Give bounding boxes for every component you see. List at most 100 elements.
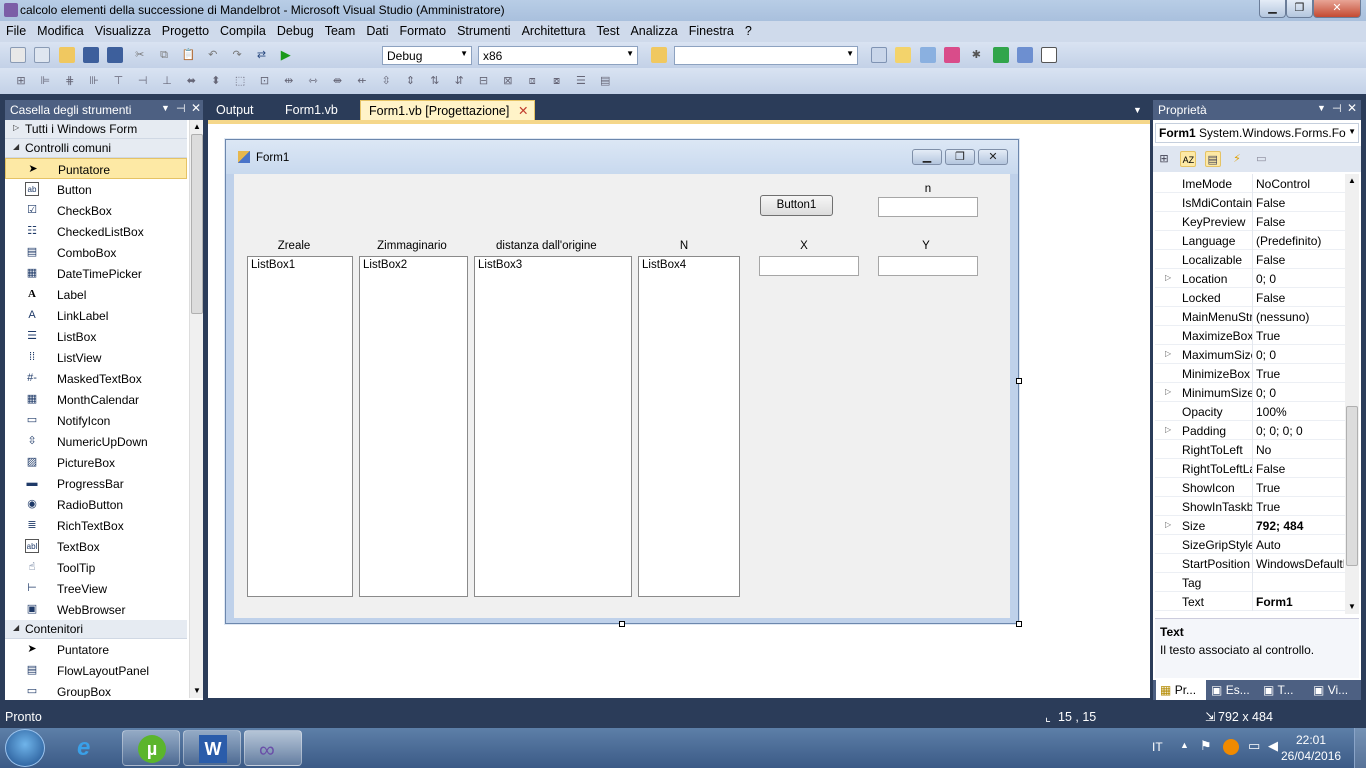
property-value[interactable]: False	[1256, 291, 1344, 305]
property-value[interactable]: 0; 0	[1256, 386, 1344, 400]
save-icon[interactable]	[83, 47, 100, 63]
property-value[interactable]: WindowsDefaultLocation	[1256, 557, 1344, 571]
property-value[interactable]: Auto	[1256, 538, 1344, 552]
toolbox-scrollbar[interactable]: ▲ ▼	[189, 120, 203, 698]
property-value[interactable]: (Predefinito)	[1256, 234, 1344, 248]
toolbox-item-combobox[interactable]: ▤ ComboBox	[5, 242, 187, 263]
pin-icon[interactable]: ⊣	[1332, 102, 1342, 115]
category-containers[interactable]: ◢ Contenitori	[5, 620, 187, 639]
textbox-n[interactable]	[878, 197, 978, 217]
designed-form[interactable]: Form1 ▁ ❐ ✕ n Button1 Zreale Zimmaginari…	[225, 139, 1019, 624]
taskbar-utorrent[interactable]: µ	[122, 730, 180, 766]
property-value[interactable]: False	[1256, 462, 1344, 476]
clock-time[interactable]: 22:01	[1296, 733, 1326, 747]
tab-form1-design[interactable]: Form1.vb [Progettazione] ✕	[360, 100, 535, 120]
toolbox-item-numericupdown[interactable]: ⇳ NumericUpDown	[5, 431, 187, 452]
listbox4[interactable]: ListBox4	[638, 256, 740, 597]
undo-icon[interactable]: ↶	[205, 47, 221, 63]
categorized-icon[interactable]: ⊞	[1156, 151, 1172, 167]
property-value[interactable]: 100%	[1256, 405, 1344, 419]
toolbox-item-label[interactable]: A Label	[5, 284, 187, 305]
toolbox-item-puntatore[interactable]: ➤ Puntatore	[5, 158, 187, 179]
menu-analizza[interactable]: Analizza	[624, 21, 682, 38]
close-button[interactable]: ✕	[1313, 0, 1361, 18]
h-spacing-equal-icon[interactable]: ⇹	[281, 73, 297, 89]
properties-scrollbar[interactable]: ▲ ▼	[1345, 174, 1359, 614]
scroll-up-icon[interactable]: ▲	[193, 122, 201, 131]
property-value[interactable]: 0; 0	[1256, 348, 1344, 362]
property-row-location[interactable]: ▷ Location 0; 0	[1155, 269, 1345, 288]
lock-controls-icon[interactable]: ▤	[597, 73, 613, 89]
menu-strumenti[interactable]: Strumenti	[451, 21, 516, 38]
expand-icon[interactable]: ▷	[1165, 387, 1171, 396]
toolbox-item-radiobutton[interactable]: ◉ RadioButton	[5, 494, 187, 515]
same-size-icon[interactable]: ⬚	[232, 73, 248, 89]
close-tab-icon[interactable]: ✕	[518, 103, 528, 118]
dropdown-icon[interactable]: ▼	[161, 103, 170, 113]
menu-formato[interactable]: Formato	[394, 21, 452, 38]
toolbox-item-checkbox[interactable]: ☑ CheckBox	[5, 200, 187, 221]
property-row-tag[interactable]: Tag	[1155, 573, 1345, 592]
taskbar-visual-studio[interactable]: ∞	[244, 730, 302, 766]
label-zreale[interactable]: Zreale	[274, 240, 314, 252]
minimize-button[interactable]: ▁	[1259, 0, 1286, 18]
property-row-imemode[interactable]: ImeMode NoControl	[1155, 174, 1345, 193]
extension-manager-icon[interactable]: ✱	[968, 47, 984, 63]
property-row-maximumsize[interactable]: ▷ MaximumSize 0; 0	[1155, 345, 1345, 364]
toolbox-item-datetimepicker[interactable]: ▦ DateTimePicker	[5, 263, 187, 284]
same-width-icon[interactable]: ⬌	[183, 73, 199, 89]
configuration-combo[interactable]: Debug ▼	[382, 46, 472, 65]
tab-overflow-icon[interactable]: ▼	[1133, 105, 1142, 115]
properties-icon[interactable]: ▤	[1204, 151, 1221, 167]
tab-properties[interactable]: ▦ Pr...	[1156, 680, 1206, 700]
property-row-locked[interactable]: Locked False	[1155, 288, 1345, 307]
taskbar-word[interactable]: W	[183, 730, 241, 766]
resize-handle-right[interactable]	[1016, 378, 1022, 384]
property-row-showintaskbar[interactable]: ShowInTaskbar True	[1155, 497, 1345, 516]
menu-team[interactable]: Team	[319, 21, 361, 38]
scroll-thumb[interactable]	[191, 134, 203, 314]
tab-team[interactable]: ▣ T...	[1263, 683, 1293, 697]
category-all-forms[interactable]: ▷ Tutti i Windows Form	[5, 120, 187, 139]
v-spacing-decrease-icon[interactable]: ⇅	[427, 73, 443, 89]
toolbox-item-checkedlistbox[interactable]: ☷ CheckedListBox	[5, 221, 187, 242]
tab-solution-explorer[interactable]: ▣ Es...	[1211, 683, 1250, 697]
navigate-icon[interactable]: ⇄	[253, 47, 269, 63]
expand-icon[interactable]: ▷	[1165, 273, 1171, 282]
property-row-size[interactable]: ▷ Size 792; 484	[1155, 516, 1345, 535]
v-spacing-equal-icon[interactable]: ⇳	[378, 73, 394, 89]
pin-icon[interactable]: ⊣	[176, 102, 186, 115]
clock-date[interactable]: 26/04/2016	[1281, 749, 1341, 763]
menu-debug[interactable]: Debug	[271, 21, 319, 38]
bring-to-front-icon[interactable]: ⧈	[524, 73, 540, 89]
maximize-button[interactable]: ❐	[1286, 0, 1313, 18]
toolbox-item-picturebox[interactable]: ▨ PictureBox	[5, 452, 187, 473]
toolbox-item-listview[interactable]: ⁞⁞ ListView	[5, 347, 187, 368]
h-spacing-increase-icon[interactable]: ⇿	[305, 73, 321, 89]
property-value[interactable]: 792; 484	[1256, 519, 1344, 533]
resize-handle-bottom[interactable]	[619, 621, 625, 627]
property-row-righttoleftlayout[interactable]: RightToLeftLayout False	[1155, 459, 1345, 478]
property-value[interactable]: True	[1256, 367, 1344, 381]
close-icon[interactable]: ✕	[1347, 101, 1357, 115]
align-center-icon[interactable]: ⋕	[62, 73, 78, 89]
toolbox-item-treeview[interactable]: ⊢ TreeView	[5, 578, 187, 599]
textbox-x[interactable]	[759, 256, 859, 276]
menu-help[interactable]: ?	[739, 21, 757, 38]
menu-dati[interactable]: Dati	[360, 21, 393, 38]
property-pages-icon[interactable]: ▭	[1253, 151, 1269, 167]
toolbox-item-monthcalendar[interactable]: ▦ MonthCalendar	[5, 389, 187, 410]
button1[interactable]: Button1	[760, 195, 833, 216]
toolbox-item-groupbox[interactable]: ▭ GroupBox	[5, 681, 187, 698]
start-debug-icon[interactable]: ▶	[278, 47, 294, 63]
toolbox-item-flowlayoutpanel[interactable]: ▤ FlowLayoutPanel	[5, 660, 187, 681]
property-value[interactable]: Form1	[1256, 595, 1344, 609]
network-icon[interactable]: ▭	[1248, 738, 1260, 754]
tab-class-view[interactable]: ▣ Vi...	[1313, 683, 1348, 697]
alphabetical-icon[interactable]: AZ	[1180, 151, 1197, 167]
property-row-text[interactable]: Text Form1	[1155, 592, 1345, 611]
property-row-keypreview[interactable]: KeyPreview False	[1155, 212, 1345, 231]
tab-form1-code[interactable]: Form1.vb	[277, 100, 346, 120]
center-horizontally-icon[interactable]: ⊟	[476, 73, 492, 89]
same-height-icon[interactable]: ⬍	[208, 73, 224, 89]
